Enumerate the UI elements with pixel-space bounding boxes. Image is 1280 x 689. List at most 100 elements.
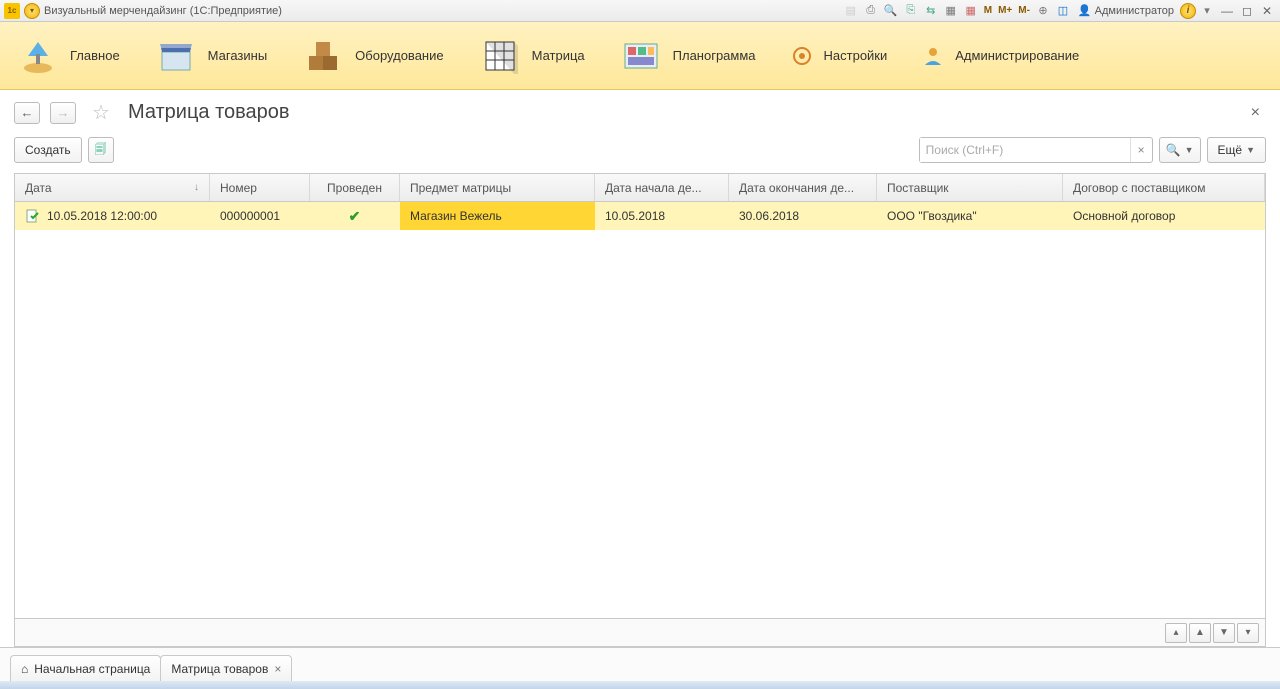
print-icon[interactable]: ⎙: [862, 3, 880, 19]
app-title: Визуальный мерчендайзинг (1С:Предприятие…: [44, 5, 282, 17]
create-label: Создать: [25, 143, 71, 157]
document-posted-icon: [25, 208, 41, 224]
user-indicator[interactable]: 👤 Администратор: [1074, 4, 1178, 17]
compare-icon[interactable]: ⇆: [922, 3, 940, 19]
col-number[interactable]: Номер: [210, 174, 310, 201]
table-empty-area: [15, 230, 1265, 618]
data-table: Дата↓ Номер Проведен Предмет матрицы Дат…: [14, 173, 1266, 647]
sort-asc-icon: ↓: [194, 182, 199, 193]
admin-icon: [921, 44, 945, 68]
user-icon: 👤: [1078, 4, 1092, 17]
save-icon[interactable]: ▤: [842, 3, 860, 19]
tab-close-icon[interactable]: ×: [274, 662, 281, 676]
nav-back-button[interactable]: ←: [14, 102, 40, 124]
search-clear-button[interactable]: ×: [1130, 138, 1152, 162]
chevron-down-icon: ▼: [1185, 145, 1194, 155]
user-name: Администратор: [1095, 5, 1174, 17]
close-button[interactable]: ✕: [1258, 3, 1276, 19]
app-logo-icon: 1c: [4, 3, 20, 19]
memory-mminus-button[interactable]: M-: [1016, 3, 1032, 19]
info-dropdown-icon[interactable]: ▾: [1198, 3, 1216, 19]
section-admin[interactable]: Администрирование: [915, 40, 1085, 72]
col-start[interactable]: Дата начала де...: [595, 174, 729, 201]
cell-date: 10.05.2018 12:00:00: [15, 202, 210, 230]
content-header: ← → ☆ Матрица товаров ×: [0, 90, 1280, 131]
copy-icon[interactable]: ⎘: [902, 3, 920, 19]
tab-matrix[interactable]: Матрица товаров ×: [160, 655, 292, 681]
page-title: Матрица товаров: [128, 101, 290, 124]
section-label: Магазины: [208, 48, 268, 63]
section-label: Оборудование: [355, 48, 443, 63]
cell-end: 30.06.2018: [729, 202, 877, 230]
tab-label: Начальная страница: [34, 662, 150, 676]
windows-icon[interactable]: ◫: [1054, 3, 1072, 19]
col-contract[interactable]: Договор с поставщиком: [1063, 174, 1265, 201]
calc-icon[interactable]: ▦: [942, 3, 960, 19]
col-supplier[interactable]: Поставщик: [877, 174, 1063, 201]
cell-number: 000000001: [210, 202, 310, 230]
more-button[interactable]: Ещё ▼: [1207, 137, 1266, 163]
cell-contract: Основной договор: [1063, 202, 1265, 230]
bottom-tabs: ⌂ Начальная страница Матрица товаров ×: [0, 647, 1280, 681]
cell-posted: ✔: [310, 202, 400, 230]
lamp-icon: [16, 34, 60, 78]
command-bar: Создать 🗐 × 🔍 ▼ Ещё ▼: [0, 131, 1280, 173]
info-icon[interactable]: i: [1180, 3, 1196, 19]
section-settings[interactable]: Настройки: [784, 40, 894, 72]
page-close-button[interactable]: ×: [1245, 104, 1266, 122]
calendar-icon[interactable]: ▦: [962, 3, 980, 19]
search-box: ×: [919, 137, 1153, 163]
boxes-icon: [301, 34, 345, 78]
home-icon: ⌂: [21, 662, 28, 676]
section-label: Матрица: [532, 48, 585, 63]
cell-start: 10.05.2018: [595, 202, 729, 230]
col-posted[interactable]: Проведен: [310, 174, 400, 201]
preview-icon[interactable]: 🔍: [882, 3, 900, 19]
titlebar: 1c ▾ Визуальный мерчендайзинг (1С:Предпр…: [0, 0, 1280, 22]
minimize-button[interactable]: —: [1218, 3, 1236, 19]
nav-last-button[interactable]: ▾: [1237, 623, 1259, 643]
os-taskbar: [0, 681, 1280, 689]
tab-label: Матрица товаров: [171, 662, 268, 676]
section-shops[interactable]: Магазины: [148, 30, 274, 82]
table-header: Дата↓ Номер Проведен Предмет матрицы Дат…: [15, 174, 1265, 202]
memory-mplus-button[interactable]: M+: [996, 3, 1014, 19]
col-date[interactable]: Дата↓: [15, 174, 210, 201]
section-label: Настройки: [824, 48, 888, 63]
copy-doc-button[interactable]: 🗐: [88, 137, 114, 163]
check-icon: ✔: [349, 208, 361, 225]
memory-m-button[interactable]: M: [982, 3, 994, 19]
planogram-icon: [619, 34, 663, 78]
gear-icon: [790, 44, 814, 68]
col-end[interactable]: Дата окончания де...: [729, 174, 877, 201]
nav-forward-button[interactable]: →: [50, 102, 76, 124]
table-row[interactable]: 10.05.2018 12:00:00 000000001 ✔ Магазин …: [15, 202, 1265, 230]
maximize-button[interactable]: ◻: [1238, 3, 1256, 19]
nav-next-button[interactable]: ▼: [1213, 623, 1235, 643]
nav-first-button[interactable]: ▴: [1165, 623, 1187, 643]
section-matrix[interactable]: Матрица: [472, 30, 591, 82]
copy-doc-icon: 🗐: [95, 140, 107, 161]
section-equipment[interactable]: Оборудование: [295, 30, 449, 82]
nav-prev-button[interactable]: ▲: [1189, 623, 1211, 643]
zoom-in-icon[interactable]: ⊕: [1034, 3, 1052, 19]
search-icon: 🔍: [1166, 143, 1181, 157]
cell-subject: Магазин Вежель: [400, 202, 595, 230]
col-subject[interactable]: Предмет матрицы: [400, 174, 595, 201]
shop-icon: [154, 34, 198, 78]
matrix-icon: [478, 34, 522, 78]
chevron-down-icon: ▼: [1246, 145, 1255, 155]
search-input[interactable]: [920, 138, 1130, 162]
section-toolbar: Главное Магазины Оборудование Матрица Пл…: [0, 22, 1280, 90]
search-button[interactable]: 🔍 ▼: [1159, 137, 1201, 163]
more-label: Ещё: [1218, 143, 1243, 157]
app-menu-dropdown[interactable]: ▾: [24, 3, 40, 19]
cell-supplier: ООО "Гвоздика": [877, 202, 1063, 230]
create-button[interactable]: Создать: [14, 137, 82, 163]
table-nav-footer: ▴ ▲ ▼ ▾: [15, 618, 1265, 646]
section-label: Главное: [70, 48, 120, 63]
tab-home[interactable]: ⌂ Начальная страница: [10, 655, 161, 681]
section-planogram[interactable]: Планограмма: [613, 30, 762, 82]
section-main[interactable]: Главное: [10, 30, 126, 82]
favorite-star-icon[interactable]: ☆: [92, 100, 110, 125]
